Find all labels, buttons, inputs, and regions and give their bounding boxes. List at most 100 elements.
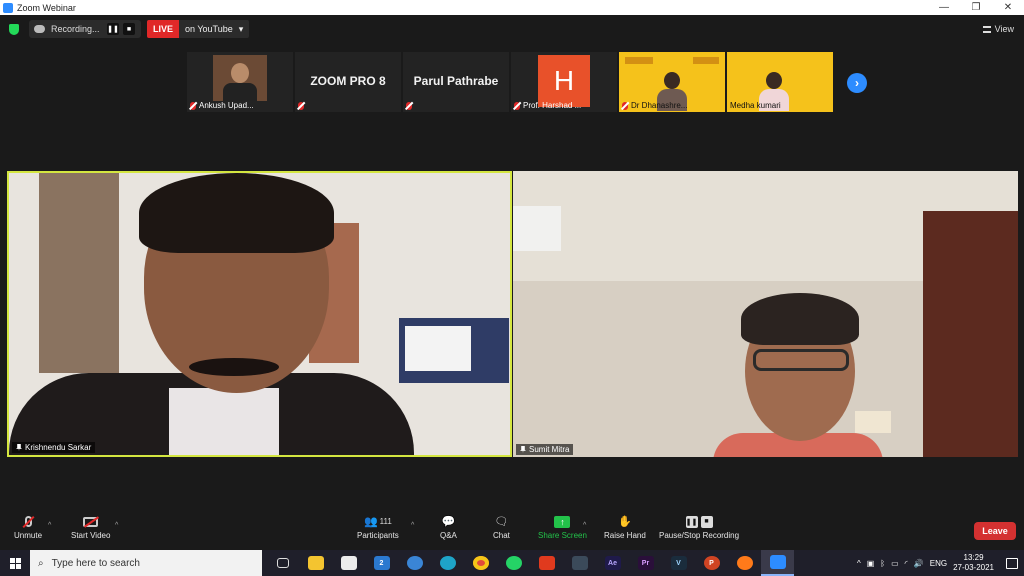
participant-display-name: ZOOM PRO 8	[310, 74, 386, 88]
window-controls: — ❐ ✕	[928, 2, 1024, 13]
participants-count: 111	[379, 517, 392, 526]
participants-options-caret-icon[interactable]: ^	[411, 522, 414, 529]
active-speaker-video[interactable]: Krishnendu Sarkar	[7, 171, 512, 457]
panelist-video[interactable]: Sumit Mitra	[513, 171, 1018, 457]
participant-tile[interactable]: Dr Dhanashre...	[619, 52, 725, 112]
participant-tile[interactable]: Medha kumari	[727, 52, 833, 112]
taskbar-apps: 2 Ae Pr V P	[266, 550, 794, 576]
live-stream-indicator[interactable]: LIVE on YouTube ▾	[147, 20, 250, 38]
pause-recording-button[interactable]: ❚❚	[107, 23, 119, 35]
clock[interactable]: 13:29 27-03-2021	[953, 553, 994, 573]
chat-button[interactable]: 🗨 Chat	[493, 515, 510, 540]
window-title: Zoom Webinar	[17, 2, 76, 13]
bluetooth-icon[interactable]: ᛒ	[880, 559, 885, 568]
system-tray: ^ ▣ ᛒ ▭ ◜ 🔊 ENG 13:29 27-03-2021	[857, 553, 1024, 573]
recording-label: Recording...	[51, 24, 100, 34]
muted-mic-icon	[298, 102, 304, 110]
video-options-caret-icon[interactable]: ^	[115, 522, 118, 529]
live-badge: LIVE	[147, 20, 180, 38]
microphone-muted-icon	[24, 516, 32, 527]
stop-recording-button[interactable]: ■	[123, 23, 135, 35]
view-label: View	[994, 24, 1014, 34]
share-options-caret-icon[interactable]: ^	[583, 522, 586, 529]
start-video-button[interactable]: Start Video	[71, 515, 110, 540]
mail-icon[interactable]: 2	[365, 550, 398, 576]
audio-options-caret-icon[interactable]: ^	[48, 522, 51, 529]
muted-mic-icon	[406, 102, 412, 110]
zoom-app-icon	[3, 2, 13, 13]
participant-photo	[213, 55, 267, 101]
unmute-label: Unmute	[14, 531, 43, 540]
windows-taskbar: ⌕ Type here to search 2 Ae Pr V P ^ ▣ ᛒ …	[0, 550, 1024, 576]
participant-tile[interactable]: H Prof. Harshad ...	[511, 52, 617, 112]
office-icon[interactable]	[530, 550, 563, 576]
share-screen-button[interactable]: ↑ Share Screen	[538, 515, 587, 540]
globe-browser-icon[interactable]	[398, 550, 431, 576]
participant-name: Medha kumari	[730, 101, 781, 110]
raise-hand-button[interactable]: ✋ Raise Hand	[604, 515, 646, 540]
raise-hand-label: Raise Hand	[604, 531, 646, 540]
next-page-arrow-icon[interactable]: ›	[847, 73, 867, 93]
edge-icon[interactable]	[431, 550, 464, 576]
qa-button[interactable]: 💬 Q&A	[440, 515, 457, 540]
show-hidden-icons-chevron-icon[interactable]: ^	[857, 559, 861, 568]
chrome-icon[interactable]	[464, 550, 497, 576]
windows-start-icon[interactable]	[0, 550, 30, 576]
participant-tile[interactable]: ZOOM PRO 8	[295, 52, 401, 112]
meeting-toolbar: Unmute ^ Start Video ^ 👥 111 Participants…	[0, 512, 1024, 550]
participant-thumbnail-strip: Ankush Upad... ZOOM PRO 8 Parul Pathrabe…	[187, 52, 833, 112]
language-indicator[interactable]: ENG	[930, 559, 947, 568]
participant-tile[interactable]: Parul Pathrabe	[403, 52, 509, 112]
maximize-button[interactable]: ❐	[960, 2, 992, 13]
stop-icon: ■	[700, 515, 713, 528]
firefox-icon[interactable]	[728, 550, 761, 576]
powerpoint-icon[interactable]: P	[695, 550, 728, 576]
file-explorer-icon[interactable]	[299, 550, 332, 576]
search-icon: ⌕	[38, 557, 44, 569]
recording-indicator: Recording... ❚❚ ■	[29, 20, 141, 38]
zoom-taskbar-icon[interactable]	[761, 550, 794, 576]
pause-icon: ❚❚	[685, 515, 698, 528]
participant-name: Prof. Harshad ...	[523, 101, 582, 110]
unmute-button[interactable]: Unmute	[14, 515, 42, 540]
battery-icon[interactable]: ▭	[891, 559, 899, 568]
premiere-pro-icon[interactable]: Pr	[629, 550, 662, 576]
leave-button[interactable]: Leave	[974, 522, 1016, 540]
tray-app-icon[interactable]: ▣	[867, 559, 875, 568]
event-logo	[693, 57, 719, 64]
store-icon[interactable]	[332, 550, 365, 576]
share-screen-label: Share Screen	[538, 531, 587, 540]
task-view-icon[interactable]	[266, 550, 299, 576]
after-effects-icon[interactable]: Ae	[596, 550, 629, 576]
participant-name: Dr Dhanashre...	[631, 101, 688, 110]
participant-tile[interactable]: Ankush Upad...	[187, 52, 293, 112]
speaker-name: Sumit Mitra	[529, 445, 570, 454]
taskbar-search-input[interactable]: ⌕ Type here to search	[30, 550, 262, 576]
pin-icon	[520, 446, 526, 453]
pause-stop-recording-label: Pause/Stop Recording	[659, 531, 740, 540]
pin-icon	[16, 444, 22, 451]
volume-icon[interactable]: 🔊	[914, 559, 924, 568]
participants-label: Participants	[357, 531, 399, 540]
stream-destination-label: on YouTube	[185, 24, 233, 34]
security-shield-icon[interactable]	[9, 23, 19, 35]
notifications-icon[interactable]	[1006, 557, 1018, 569]
pause-stop-recording-button[interactable]: ❚❚ ■ Pause/Stop Recording	[659, 515, 739, 540]
chat-label: Chat	[493, 531, 510, 540]
view-button[interactable]: View	[982, 24, 1014, 34]
participant-name: Ankush Upad...	[199, 101, 254, 110]
video-name-tag: Krishnendu Sarkar	[12, 442, 96, 453]
wifi-icon[interactable]: ◜	[905, 559, 908, 568]
chevron-down-icon: ▾	[238, 23, 244, 34]
whatsapp-icon[interactable]	[497, 550, 530, 576]
participants-icon: 👥	[363, 516, 378, 528]
vegas-icon[interactable]: V	[662, 550, 695, 576]
app-icon[interactable]	[563, 550, 596, 576]
video-camera-off-icon	[83, 516, 99, 527]
clock-time: 13:29	[963, 553, 984, 562]
stream-destination[interactable]: on YouTube ▾	[179, 20, 250, 38]
minimize-button[interactable]: —	[928, 2, 960, 13]
close-button[interactable]: ✕	[992, 2, 1024, 13]
participants-button[interactable]: 👥 111 Participants	[357, 515, 399, 540]
muted-mic-icon	[622, 101, 628, 110]
